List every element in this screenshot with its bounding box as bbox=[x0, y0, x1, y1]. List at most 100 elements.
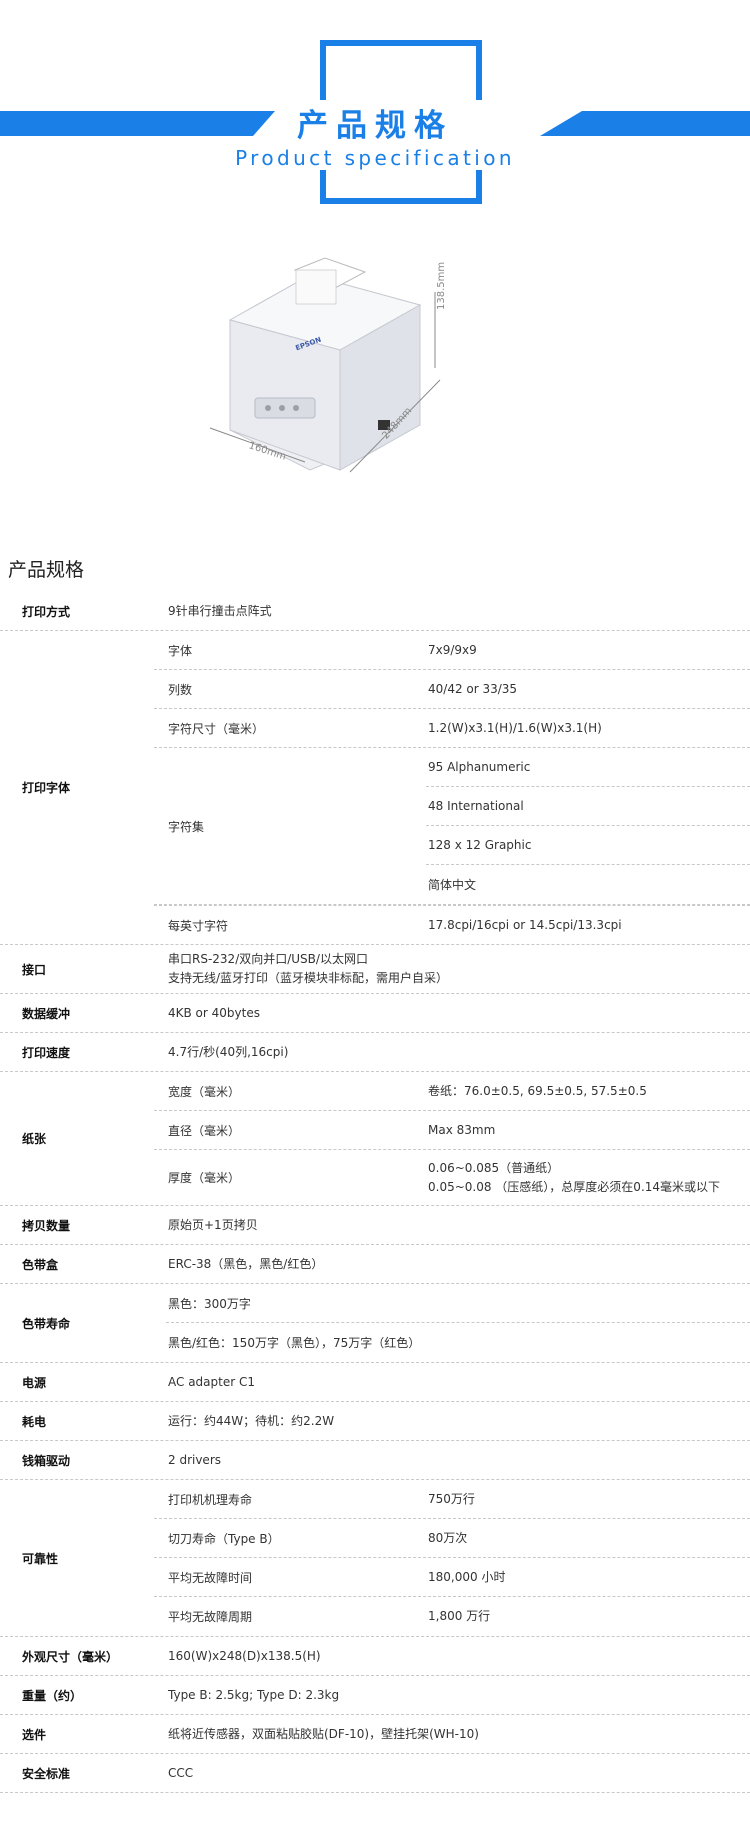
spec-row-weight: 重量（约） Type B: 2.5kg; Type D: 2.3kg bbox=[0, 1676, 750, 1715]
spec-value: CCC bbox=[168, 1765, 194, 1780]
spec-table: 打印方式 9针串行撞击点阵式 打印字体 字体 7x9/9x9 列数 40/42 … bbox=[0, 592, 750, 1793]
spec-label: 钱箱驱动 bbox=[22, 1453, 71, 1468]
spec-value: Type B: 2.5kg; Type D: 2.3kg bbox=[168, 1687, 340, 1702]
sub-value: 1.2(W)x3.1(H)/1.6(W)x3.1(H) bbox=[428, 720, 602, 735]
sub-value: 80万次 bbox=[428, 1530, 468, 1545]
page-title: 产品规格 bbox=[297, 108, 453, 144]
frame-bottom-left bbox=[320, 170, 326, 204]
spec-label: 纸张 bbox=[22, 1132, 47, 1146]
spec-value: 4.7行/秒(40列,16cpi) bbox=[168, 1044, 289, 1059]
sub-row: 字符集 95 Alphanumeric 48 International 128… bbox=[154, 748, 750, 905]
spec-row-speed: 打印速度 4.7行/秒(40列,16cpi) bbox=[0, 1033, 750, 1072]
sub-row: 字符尺寸（毫米） 1.2(W)x3.1(H)/1.6(W)x3.1(H) bbox=[154, 709, 750, 748]
spec-value: 纸将近传感器，双面粘贴胶贴(DF-10)，壁挂托架(WH-10) bbox=[168, 1726, 479, 1741]
spec-label: 打印速度 bbox=[22, 1045, 71, 1060]
sub-value: 128 x 12 Graphic bbox=[426, 826, 750, 865]
spec-row-drawer: 钱箱驱动 2 drivers bbox=[0, 1441, 750, 1480]
spec-value: ERC-38（黑色，黑色/红色） bbox=[168, 1256, 324, 1271]
spec-label: 安全标准 bbox=[22, 1766, 71, 1781]
sub-key: 列数 bbox=[168, 682, 193, 697]
spec-label: 耗电 bbox=[22, 1414, 47, 1429]
sub-key: 字符集 bbox=[168, 819, 205, 834]
spec-value: 运行：约44W；待机：约2.2W bbox=[168, 1413, 335, 1428]
sub-value: 48 International bbox=[426, 787, 750, 826]
spec-label: 外观尺寸（毫米） bbox=[22, 1649, 119, 1664]
frame-bottom bbox=[320, 198, 482, 204]
sub-row: 字体 7x9/9x9 bbox=[154, 631, 750, 670]
sub-key: 厚度（毫米） bbox=[168, 1171, 241, 1185]
spec-label: 接口 bbox=[22, 962, 47, 977]
spec-row-reliability: 可靠性 打印机机理寿命 750万行 切刀寿命（Type B） 80万次 平均无故… bbox=[0, 1480, 750, 1637]
spec-label: 色带寿命 bbox=[22, 1316, 71, 1331]
sub-row: 厚度（毫米） 0.06~0.085（普通纸） 0.05~0.08 （压感纸），总… bbox=[154, 1150, 750, 1205]
sub-value: Max 83mm bbox=[428, 1122, 496, 1137]
sub-value: 180,000 小时 bbox=[428, 1569, 506, 1584]
sub-value: 简体中文 bbox=[428, 878, 477, 892]
sub-key: 字体 bbox=[168, 643, 193, 658]
frame-right bbox=[476, 40, 482, 100]
sub-value: 95 Alphanumeric bbox=[426, 748, 750, 787]
spec-row-ribbon: 色带盒 ERC-38（黑色，黑色/红色） bbox=[0, 1245, 750, 1284]
sub-value: 750万行 bbox=[428, 1491, 475, 1506]
sub-row: 每英寸字符 17.8cpi/16cpi or 14.5cpi/13.3cpi bbox=[154, 905, 750, 944]
sub-value: 0.06~0.085（普通纸） bbox=[428, 1160, 560, 1175]
spec-row-dimensions: 外观尺寸（毫米） 160(W)x248(D)x138.5(H) bbox=[0, 1637, 750, 1676]
sub-key: 平均无故障时间 bbox=[168, 1570, 253, 1585]
spec-label: 电源 bbox=[22, 1375, 47, 1390]
sub-value: 7x9/9x9 bbox=[428, 642, 477, 657]
section-title: 产品规格 bbox=[8, 559, 85, 581]
spec-row-print-method: 打印方式 9针串行撞击点阵式 bbox=[0, 592, 750, 631]
spec-label: 可靠性 bbox=[22, 1551, 59, 1566]
spec-label: 拷贝数量 bbox=[22, 1218, 71, 1233]
sub-value: 17.8cpi/16cpi or 14.5cpi/13.3cpi bbox=[428, 917, 622, 932]
sub-row: 平均无故障周期 1,800 万行 bbox=[154, 1597, 750, 1636]
page-subtitle: Product specification bbox=[235, 146, 515, 170]
spec-value: 9针串行撞击点阵式 bbox=[168, 603, 272, 618]
spec-value: 原始页+1页拷贝 bbox=[168, 1217, 258, 1232]
spec-row-font: 打印字体 字体 7x9/9x9 列数 40/42 or 33/35 字符尺寸（毫… bbox=[0, 631, 750, 945]
sub-value: 0.05~0.08 （压感纸），总厚度必须在0.14毫米或以下 bbox=[428, 1179, 721, 1194]
sub-key: 宽度（毫米） bbox=[168, 1084, 241, 1099]
sub-row: 切刀寿命（Type B） 80万次 bbox=[154, 1519, 750, 1558]
sub-value: 1,800 万行 bbox=[428, 1609, 491, 1623]
sub-key: 切刀寿命（Type B） bbox=[168, 1531, 280, 1546]
spec-row-ribbon-life: 色带寿命 黑色：300万字 黑色/红色：150万字（黑色），75万字（红色） bbox=[0, 1284, 750, 1363]
spec-row-paper: 纸张 宽度（毫米） 卷纸：76.0±0.5, 69.5±0.5, 57.5±0.… bbox=[0, 1072, 750, 1206]
dim-height-label: 138.5mm bbox=[436, 261, 447, 310]
frame-left bbox=[320, 40, 326, 100]
sub-key: 打印机机理寿命 bbox=[168, 1492, 253, 1507]
sub-row: 宽度（毫米） 卷纸：76.0±0.5, 69.5±0.5, 57.5±0.5 bbox=[154, 1072, 750, 1111]
spec-value: 支持无线/蓝牙打印（蓝牙模块非标配，需用户自采） bbox=[168, 971, 449, 985]
frame-bottom-right bbox=[476, 170, 482, 204]
spec-value: 160(W)x248(D)x138.5(H) bbox=[168, 1648, 321, 1663]
sub-value: 40/42 or 33/35 bbox=[428, 681, 518, 696]
printer-illustration: EPSON 138.5mm 248mm 160mm bbox=[200, 250, 480, 490]
spec-row-power: 电源 AC adapter C1 bbox=[0, 1363, 750, 1402]
spec-value: 2 drivers bbox=[168, 1452, 222, 1467]
spec-value: 4KB or 40bytes bbox=[168, 1005, 260, 1020]
spec-row-safety: 安全标准 CCC bbox=[0, 1754, 750, 1793]
spec-value: 串口RS-232/双向并口/USB/以太网口 bbox=[168, 952, 368, 966]
header-banner: 产品规格 Product specification bbox=[0, 0, 750, 215]
sub-key: 字符尺寸（毫米） bbox=[168, 721, 265, 736]
sub-row: 平均无故障时间 180,000 小时 bbox=[154, 1558, 750, 1597]
spec-label: 打印字体 bbox=[22, 781, 71, 795]
spec-label: 色带盒 bbox=[22, 1257, 59, 1272]
sub-key: 平均无故障周期 bbox=[168, 1610, 253, 1624]
spec-row-options: 选件 纸将近传感器，双面粘贴胶贴(DF-10)，壁挂托架(WH-10) bbox=[0, 1715, 750, 1754]
spec-row-copies: 拷贝数量 原始页+1页拷贝 bbox=[0, 1206, 750, 1245]
sub-key: 直径（毫米） bbox=[168, 1123, 241, 1138]
sub-row: 打印机机理寿命 750万行 bbox=[154, 1480, 750, 1519]
sub-value: 卷纸：76.0±0.5, 69.5±0.5, 57.5±0.5 bbox=[428, 1083, 647, 1098]
spec-value: AC adapter C1 bbox=[168, 1374, 255, 1389]
sub-row: 列数 40/42 or 33/35 bbox=[154, 670, 750, 709]
frame-top bbox=[320, 40, 482, 46]
spec-row-consumption: 耗电 运行：约44W；待机：约2.2W bbox=[0, 1402, 750, 1441]
spec-row-buffer: 数据缓冲 4KB or 40bytes bbox=[0, 994, 750, 1033]
sub-row: 直径（毫米） Max 83mm bbox=[154, 1111, 750, 1150]
spec-value: 黑色/红色：150万字（黑色），75万字（红色） bbox=[168, 1336, 421, 1350]
spec-label: 选件 bbox=[22, 1727, 47, 1742]
spec-label: 重量（约） bbox=[22, 1688, 83, 1703]
sub-key: 每英寸字符 bbox=[168, 918, 229, 933]
spec-row-interface: 接口 串口RS-232/双向并口/USB/以太网口 支持无线/蓝牙打印（蓝牙模块… bbox=[0, 945, 750, 994]
